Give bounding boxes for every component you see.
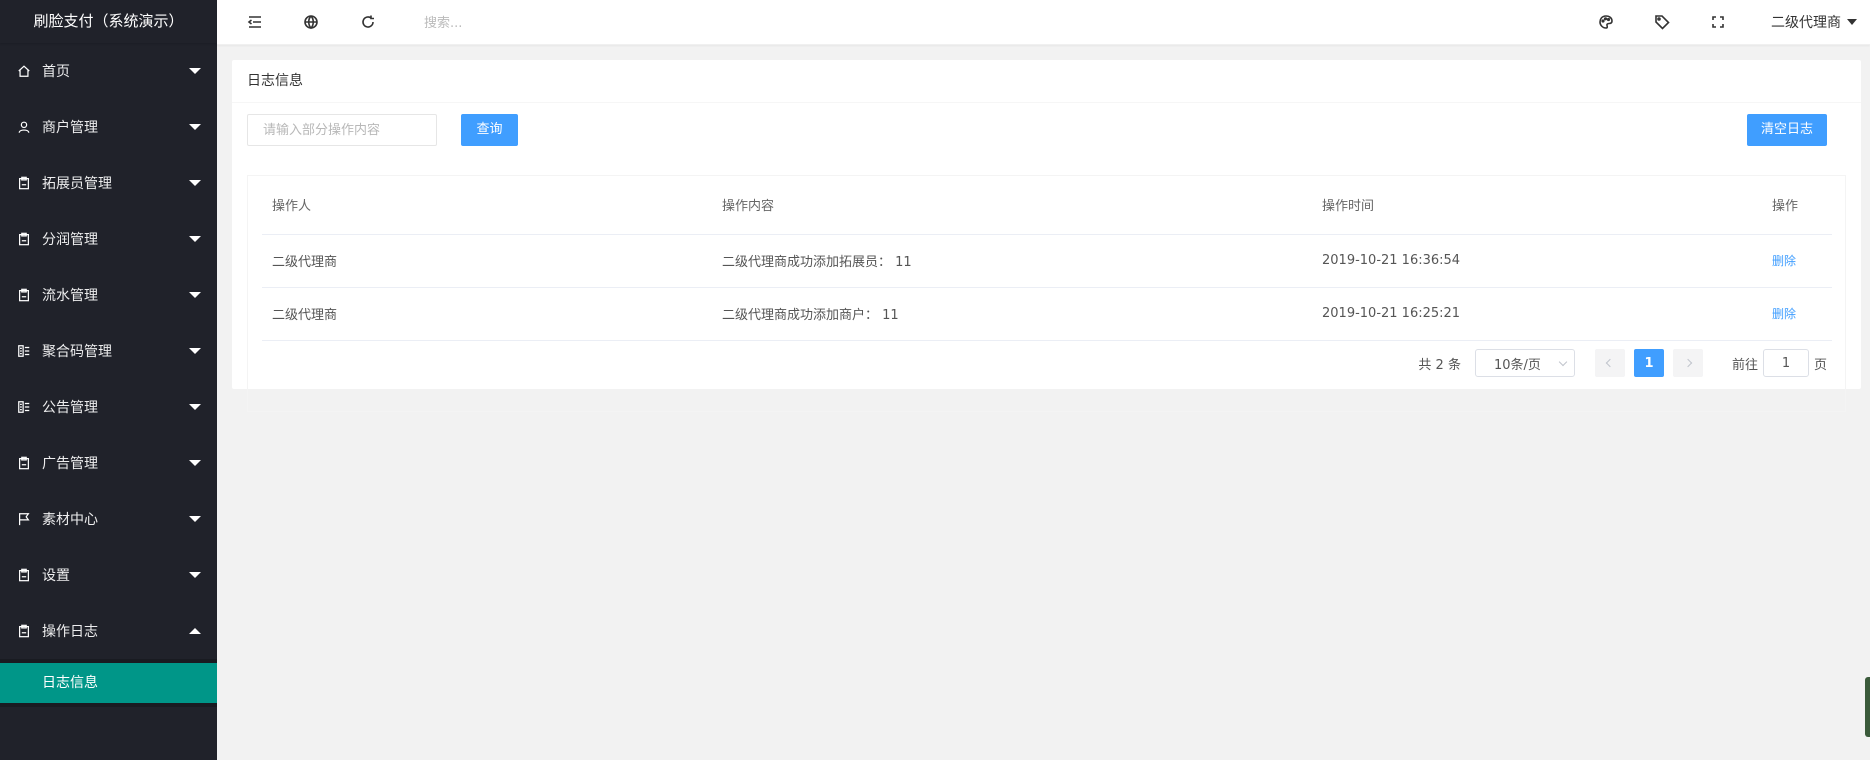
- query-button[interactable]: 查询: [461, 114, 518, 146]
- total-count: 共 2 条: [1418, 357, 1461, 373]
- table-row: 二级代理商 二级代理商成功添加商户： 11 2019-10-21 16:25:2…: [262, 287, 1832, 341]
- menu-shrink-icon[interactable]: [246, 13, 264, 31]
- sidebar-item-label: 商户管理: [42, 120, 98, 136]
- log-card: 日志信息 查询 清空日志 操作人 操作内容 操作时间 操作 二级代理商 二级代理…: [232, 60, 1861, 412]
- goto-label: 前往: [1731, 357, 1758, 373]
- side-handle[interactable]: [1865, 677, 1870, 737]
- sidebar-item-label: 分润管理: [42, 232, 98, 248]
- sidebar-item-profit[interactable]: 分润管理: [0, 211, 217, 267]
- sidebar-item-ads[interactable]: 广告管理: [0, 435, 217, 491]
- user-icon: [17, 120, 31, 134]
- caret-down-icon: [189, 68, 201, 74]
- next-page-button[interactable]: [1672, 349, 1703, 377]
- sidebar-item-qrcodes[interactable]: 聚合码管理: [0, 323, 217, 379]
- user-name: 二级代理商: [1771, 15, 1841, 31]
- table-header-row: 操作人 操作内容 操作时间 操作: [262, 176, 1832, 235]
- sidebar-item-notices[interactable]: 公告管理: [0, 379, 217, 435]
- palette-icon[interactable]: [1597, 13, 1615, 31]
- page-jumper: 前往 页: [1732, 349, 1827, 377]
- caret-down-icon: [189, 404, 201, 410]
- website-icon[interactable]: [302, 13, 320, 31]
- caret-down-icon: [189, 348, 201, 354]
- sidebar-item-label: 设置: [42, 568, 70, 584]
- clipboard-icon: [17, 456, 31, 470]
- sidebar-item-label: 操作日志: [42, 624, 98, 640]
- card-title: 日志信息: [232, 60, 1861, 103]
- list-icon: [17, 400, 31, 414]
- cell-time: 2019-10-21 16:36:54: [1312, 234, 1762, 288]
- clipboard-icon: [17, 232, 31, 246]
- caret-down-icon: [189, 236, 201, 242]
- home-icon: [17, 64, 31, 78]
- sidebar-item-promoters[interactable]: 拓展员管理: [0, 155, 217, 211]
- list-icon: [17, 344, 31, 358]
- user-menu[interactable]: 二级代理商: [1771, 12, 1857, 32]
- column-header-operator: 操作人: [262, 176, 712, 235]
- delete-link[interactable]: 删除: [1772, 307, 1796, 321]
- delete-link[interactable]: 删除: [1772, 254, 1796, 268]
- column-header-content: 操作内容: [712, 176, 1312, 235]
- goto-page-input[interactable]: [1762, 349, 1809, 377]
- query-input[interactable]: [247, 114, 437, 146]
- caret-down-icon: [189, 292, 201, 298]
- caret-up-icon: [189, 628, 201, 634]
- tag-icon[interactable]: [1653, 13, 1671, 31]
- fullscreen-icon[interactable]: [1709, 13, 1727, 31]
- clipboard-icon: [17, 568, 31, 582]
- oplog-submenu: 日志信息: [0, 659, 217, 707]
- sidebar-item-label: 广告管理: [42, 456, 98, 472]
- cell-action: 删除: [1762, 234, 1832, 288]
- page-number-button[interactable]: 1: [1633, 349, 1664, 377]
- sidebar-item-oplog[interactable]: 操作日志: [0, 603, 217, 659]
- refresh-icon[interactable]: [359, 13, 377, 31]
- app-logo: 刷脸支付（系统演示）: [0, 0, 217, 43]
- sidebar-menu: 首页 商户管理 拓展员管理 分润管理 流水管理 聚合码管理 公告管理 广告管理 …: [0, 43, 217, 659]
- sidebar-item-label: 公告管理: [42, 400, 98, 416]
- caret-down-icon: [189, 516, 201, 522]
- log-table: 操作人 操作内容 操作时间 操作 二级代理商 二级代理商成功添加拓展员： 11 …: [262, 176, 1832, 341]
- page-size-select[interactable]: 10条/页: [1474, 349, 1575, 377]
- flag-icon: [17, 512, 31, 526]
- caret-down-icon: [189, 124, 201, 130]
- page-size-value: 10条/页: [1493, 357, 1541, 373]
- cell-time: 2019-10-21 16:25:21: [1312, 287, 1762, 341]
- sidebar-item-label: 首页: [42, 64, 70, 80]
- cell-operator: 二级代理商: [262, 287, 712, 341]
- top-header: 二级代理商: [217, 0, 1870, 45]
- column-header-time: 操作时间: [1312, 176, 1762, 235]
- caret-down-icon: [189, 180, 201, 186]
- sidebar-item-label: 拓展员管理: [42, 176, 112, 192]
- header-search-input[interactable]: [424, 12, 624, 34]
- caret-down-icon: [189, 572, 201, 578]
- prev-page-button[interactable]: [1594, 349, 1625, 377]
- cell-content: 二级代理商成功添加拓展员： 11: [712, 234, 1312, 288]
- sidebar: 刷脸支付（系统演示） 首页 商户管理 拓展员管理 分润管理 流水管理 聚合码管理…: [0, 0, 217, 760]
- chevron-left-icon: [1605, 358, 1615, 368]
- column-header-action: 操作: [1762, 176, 1832, 235]
- sidebar-item-label: 流水管理: [42, 288, 98, 304]
- sidebar-subitem-log-info[interactable]: 日志信息: [0, 663, 217, 703]
- clipboard-icon: [17, 288, 31, 302]
- cell-content: 二级代理商成功添加商户： 11: [712, 287, 1312, 341]
- clipboard-icon: [17, 176, 31, 190]
- sidebar-item-transactions[interactable]: 流水管理: [0, 267, 217, 323]
- sidebar-item-label: 素材中心: [42, 512, 98, 528]
- sidebar-item-materials[interactable]: 素材中心: [0, 491, 217, 547]
- table-row: 二级代理商 二级代理商成功添加拓展员： 11 2019-10-21 16:36:…: [262, 234, 1832, 288]
- pagination: 共 2 条 10条/页 1 前往 页: [1418, 349, 1827, 377]
- cell-operator: 二级代理商: [262, 234, 712, 288]
- sidebar-item-merchants[interactable]: 商户管理: [0, 99, 217, 155]
- cell-action: 删除: [1762, 287, 1832, 341]
- caret-down-icon: [189, 460, 201, 466]
- clipboard-icon: [17, 624, 31, 638]
- clear-log-button[interactable]: 清空日志: [1747, 114, 1827, 146]
- caret-down-icon: [1847, 19, 1857, 25]
- sidebar-item-settings[interactable]: 设置: [0, 547, 217, 603]
- sidebar-item-label: 聚合码管理: [42, 344, 112, 360]
- page-suffix: 页: [1813, 357, 1827, 373]
- sidebar-item-home[interactable]: 首页: [0, 43, 217, 99]
- chevron-right-icon: [1683, 358, 1693, 368]
- chevron-down-icon: [1558, 357, 1568, 367]
